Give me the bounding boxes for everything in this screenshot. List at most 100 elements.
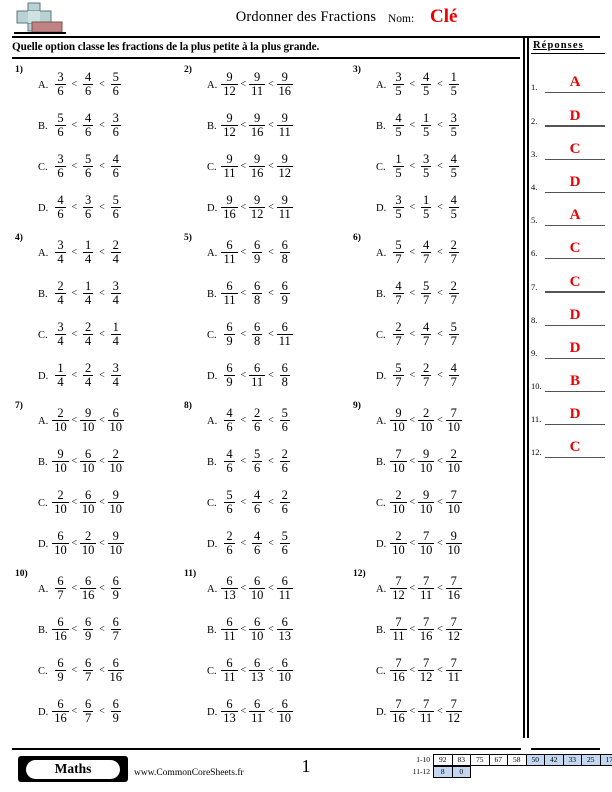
fraction: 6 11 (249, 362, 266, 389)
less-than-symbol: < (240, 538, 247, 549)
choice-option[interactable]: B. 4 6 <5 6 <2 6 (207, 441, 350, 482)
fraction: 14 (107, 321, 124, 348)
choice-option[interactable]: D. 4 6 <3 6 <5 6 (38, 187, 181, 228)
less-than-symbol: < (240, 456, 247, 467)
choice-option[interactable]: C. 2 7 <4 7 <5 7 (376, 314, 519, 355)
less-than-symbol: < (71, 288, 78, 299)
fraction: 24 (80, 321, 97, 348)
choice-option[interactable]: C. 9 11 <9 16 <9 12 (207, 146, 350, 187)
fraction: 9 12 (221, 71, 238, 98)
choice-option[interactable]: A. 9 10 <2 10 <7 10 (376, 400, 519, 441)
choice-option[interactable]: D. 5 7 <2 7 <4 7 (376, 355, 519, 396)
problem-row: 7) A. 2 10 <9 10 <6 10 B. 9 10 <6 10 <2 10 C. 2 10 <6 10 <9 1… (12, 396, 520, 564)
choice-option[interactable]: C. 6 9 <6 8 <6 11 (207, 314, 350, 355)
choice-option[interactable]: B. 9 12 <9 16 <9 11 (207, 105, 350, 146)
fraction-denominator: 5 (393, 207, 404, 221)
choice-option[interactable]: B. 6 11 <6 10 <6 13 (207, 609, 350, 650)
choice-option[interactable]: B. 6 16 <6 9 <6 7 (38, 609, 181, 650)
choice-option[interactable]: D. 6 13 <6 11 <6 10 (207, 691, 350, 732)
choice-option[interactable]: D. 2 6 <4 6 <5 6 (207, 523, 350, 564)
choice-option[interactable]: A. 6 13 <6 10 <6 11 (207, 568, 350, 609)
fraction: 7 12 (390, 575, 407, 602)
choice-option[interactable]: C. 2 10 <9 10 <7 10 (376, 482, 519, 523)
fraction-denominator: 6 (279, 502, 290, 516)
fraction-numerator: 6 (281, 574, 288, 588)
answer-number: 12. (531, 447, 542, 458)
choice-option[interactable]: D. 7 16 <7 11 <7 12 (376, 691, 519, 732)
fraction-numerator: 4 (254, 488, 261, 502)
choice-option[interactable]: D. 1 4 <2 4 <3 4 (38, 355, 181, 396)
fraction-numerator: 7 (395, 574, 402, 588)
choice-option[interactable]: C. 3 4 <2 4 <1 4 (38, 314, 181, 355)
choice-option[interactable]: A. 3 4 <1 4 <2 4 (38, 232, 181, 273)
fraction-denominator: 16 (79, 588, 97, 602)
fraction-denominator: 7 (393, 252, 404, 266)
fraction-numerator: 6 (254, 574, 261, 588)
fraction: 7 11 (390, 616, 407, 643)
choice-option[interactable]: A. 5 7 <4 7 <2 7 (376, 232, 519, 273)
choice-option[interactable]: B. 4 7 <5 7 <2 7 (376, 273, 519, 314)
choice-option[interactable]: A. 6 11 <6 9 <6 8 (207, 232, 350, 273)
less-than-symbol: < (268, 247, 274, 258)
choice-option[interactable]: C. 5 6 <4 6 <2 6 (207, 482, 350, 523)
choice-option[interactable]: D. 3 5 <1 5 <4 5 (376, 187, 519, 228)
less-than-symbol: < (71, 415, 78, 426)
choice-option[interactable]: B. 9 10 <6 10 <2 10 (38, 441, 181, 482)
choice-option[interactable]: D. 6 16 <6 7 <6 9 (38, 691, 181, 732)
score-grid-cell-empty (520, 766, 538, 778)
fraction: 69 (276, 280, 293, 307)
fraction: 6 11 (221, 280, 238, 307)
choice-option[interactable]: D. 6 10 <2 10 <9 10 (38, 523, 181, 564)
fraction-numerator: 3 (395, 70, 402, 84)
choice-option[interactable]: C. 7 16 <7 12 <7 11 (376, 650, 519, 691)
choice-option[interactable]: B. 7 10 <9 10 <2 10 (376, 441, 519, 482)
answer-row: 7. C (531, 259, 609, 293)
choice-option[interactable]: D. 9 16 <9 12 <9 11 (207, 187, 350, 228)
answer-value: D (569, 173, 581, 190)
less-than-symbol: < (409, 706, 416, 717)
fraction: 69 (221, 321, 238, 348)
choice-option[interactable]: A. 4 6 <2 6 <5 6 (207, 400, 350, 441)
fraction-numerator: 6 (226, 615, 233, 629)
fraction: 9 16 (248, 112, 266, 139)
fraction-numerator: 4 (450, 152, 457, 166)
fraction-denominator: 5 (393, 166, 404, 180)
fraction-denominator: 10 (79, 420, 97, 434)
less-than-symbol: < (99, 624, 105, 635)
fraction: 9 11 (221, 153, 238, 180)
fraction-denominator: 13 (276, 629, 294, 643)
choice-option[interactable]: D. 6 9 <6 11 <6 8 (207, 355, 350, 396)
footer-divider (12, 748, 600, 750)
fraction-numerator: 2 (57, 488, 64, 502)
choice-option[interactable]: A. 3 6 <4 6 <5 6 (38, 64, 181, 105)
choice-option[interactable]: B. 6 11 <6 8 <6 9 (207, 273, 350, 314)
choice-option[interactable]: B. 2 4 <1 4 <3 4 (38, 273, 181, 314)
answer-row: 10. B (531, 359, 609, 393)
choice-option[interactable]: B. 5 6 <4 6 <3 6 (38, 105, 181, 146)
choice-option[interactable]: A. 7 12 <7 11 <7 16 (376, 568, 519, 609)
answer-number: 2. (531, 115, 538, 126)
choice-option[interactable]: D. 2 10 <7 10 <9 10 (376, 523, 519, 564)
choice-option[interactable]: C. 6 11 <6 13 <6 10 (207, 650, 350, 691)
choice-option[interactable]: C. 6 9 <6 7 <6 16 (38, 650, 181, 691)
fraction-numerator: 2 (85, 320, 92, 334)
fraction: 6 13 (276, 616, 294, 643)
fraction-denominator: 10 (107, 461, 125, 475)
choice-option[interactable]: B. 7 11 <7 16 <7 12 (376, 609, 519, 650)
fraction-denominator: 6 (224, 420, 235, 434)
choice-option[interactable]: A. 3 5 <4 5 <1 5 (376, 64, 519, 105)
choice-option[interactable]: A. 9 12 <9 11 <9 16 (207, 64, 350, 105)
fraction: 9 12 (248, 194, 266, 221)
choice-option[interactable]: A. 6 7 <6 16 <6 9 (38, 568, 181, 609)
fraction-numerator: 3 (57, 70, 64, 84)
fraction-denominator: 16 (52, 629, 69, 643)
choice-option[interactable]: B. 4 5 <1 5 <3 5 (376, 105, 519, 146)
choice-option[interactable]: A. 2 10 <9 10 <6 10 (38, 400, 181, 441)
choice-option[interactable]: C. 2 10 <6 10 <9 10 (38, 482, 181, 523)
fraction-numerator: 6 (85, 488, 92, 502)
choice-option[interactable]: C. 3 6 <5 6 <4 6 (38, 146, 181, 187)
less-than-symbol: < (99, 497, 105, 508)
choice-option[interactable]: C. 1 5 <3 5 <4 5 (376, 146, 519, 187)
fraction: 9 11 (276, 112, 293, 139)
score-grid-cell: 92 (433, 754, 453, 766)
